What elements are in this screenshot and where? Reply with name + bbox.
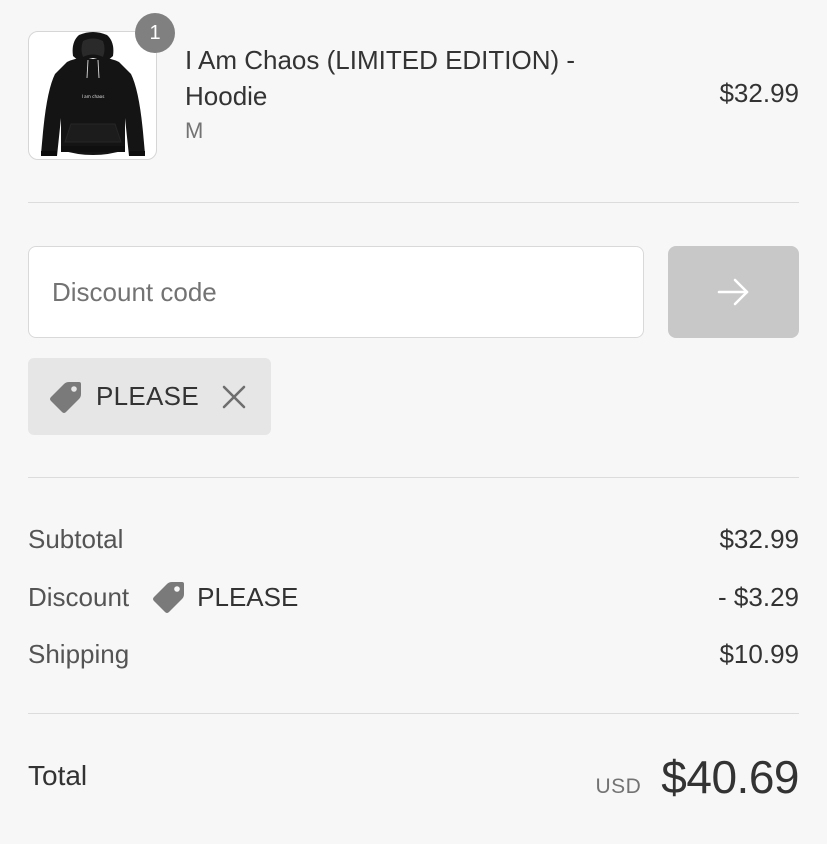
hoodie-image: I am chaos: [40, 32, 145, 156]
subtotal-row: Subtotal $32.99: [28, 519, 799, 559]
quantity-badge: 1: [135, 13, 175, 53]
apply-discount-button[interactable]: [668, 246, 799, 338]
total-amount: $40.69: [661, 751, 799, 803]
totals-section: Subtotal $32.99 Discount PLEASE - $3.29 …: [28, 478, 799, 714]
product-variant: M: [185, 118, 204, 143]
applied-discount-code: PLEASE: [96, 381, 199, 411]
line-item: I am chaos 1 I Am Chaos (LIMITED EDITION…: [28, 0, 799, 203]
grand-total-section: Total USD $40.69: [28, 714, 799, 842]
total-label: Total: [28, 760, 88, 791]
shipping-row: Shipping $10.99: [28, 634, 799, 674]
product-thumbnail: I am chaos: [28, 31, 157, 160]
subtotal-label: Subtotal: [28, 523, 124, 554]
order-summary: I am chaos 1 I Am Chaos (LIMITED EDITION…: [0, 0, 827, 844]
remove-discount-button[interactable]: [217, 380, 251, 414]
discount-row: Discount PLEASE - $3.29: [28, 577, 799, 617]
discount-code-label: PLEASE: [197, 581, 299, 612]
subtotal-value: $32.99: [719, 523, 799, 554]
total-amount-group: USD $40.69: [595, 750, 799, 804]
applied-discount-tag: PLEASE: [28, 358, 271, 435]
product-thumbnail-wrap: I am chaos 1: [28, 13, 175, 160]
tag-icon: [50, 381, 81, 413]
discount-value: - $3.29: [718, 581, 799, 612]
shipping-value: $10.99: [719, 638, 799, 669]
close-icon: [222, 385, 246, 408]
arrow-right-icon: [717, 278, 748, 306]
tag-icon: [153, 582, 185, 613]
discount-applied-code: PLEASE: [151, 579, 298, 615]
discount-label: Discount: [28, 581, 130, 612]
discount-section: PLEASE: [28, 203, 799, 478]
shipping-label: Shipping: [28, 638, 130, 669]
hoodie-print-text: I am chaos: [81, 94, 104, 99]
discount-label-group: Discount PLEASE: [28, 579, 298, 615]
product-price: $32.99: [719, 78, 799, 108]
currency-code: USD: [595, 775, 642, 798]
discount-code-input[interactable]: [28, 246, 644, 338]
product-title: I Am Chaos (LIMITED EDITION) - Hoodie: [185, 45, 576, 111]
